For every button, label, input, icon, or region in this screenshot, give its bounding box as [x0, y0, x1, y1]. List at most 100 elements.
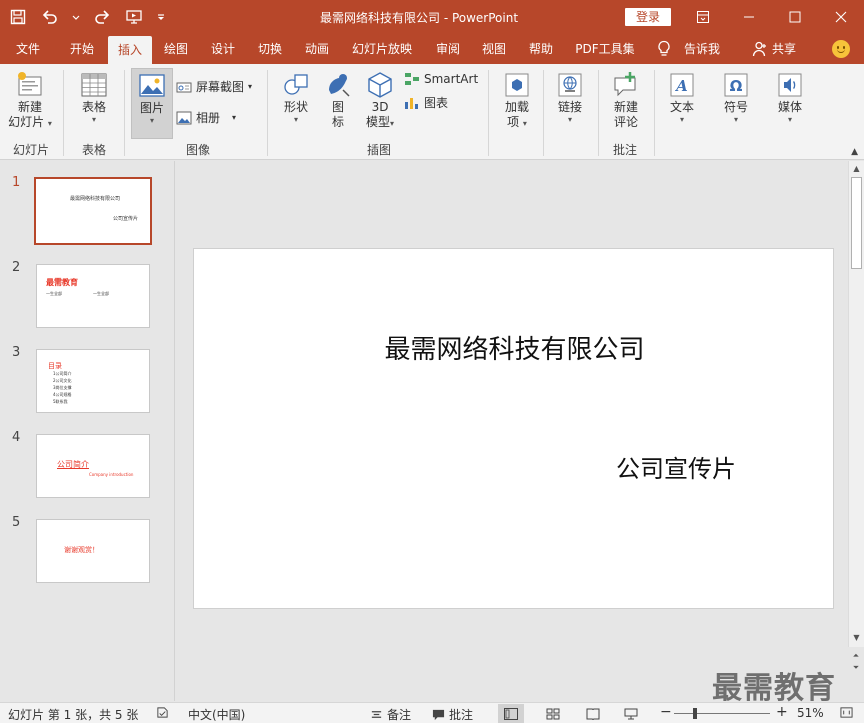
tab-transitions[interactable]: 切换: [252, 34, 288, 64]
slide-thumbnail-5[interactable]: 谢谢观赏！: [36, 519, 150, 583]
share-person-icon[interactable]: [752, 40, 768, 61]
table-button[interactable]: 表格 ▾: [72, 70, 116, 125]
slide-thumbnail-1[interactable]: 最需网络科技有限公司 公司宣传片: [34, 177, 152, 245]
scroll-thumb[interactable]: [851, 177, 862, 269]
shapes-button[interactable]: 形状 ▾: [278, 70, 314, 125]
picture-icon: [139, 74, 165, 97]
share-button[interactable]: 共享: [768, 34, 800, 64]
comments-button[interactable]: 批注: [432, 706, 473, 723]
undo-icon[interactable]: [40, 7, 60, 27]
link-button[interactable]: 链接 ▾: [550, 70, 590, 125]
zoom-out-button[interactable]: −: [660, 704, 672, 720]
normal-view-icon: [504, 707, 518, 720]
slide-subtitle[interactable]: 公司宣传片: [616, 449, 736, 484]
tab-review[interactable]: 审阅: [430, 34, 466, 64]
close-icon[interactable]: [818, 0, 864, 34]
tell-me-search[interactable]: 告诉我: [680, 34, 724, 64]
collapse-ribbon-icon[interactable]: ▲: [851, 147, 858, 157]
symbols-button[interactable]: Ω 符号 ▾: [716, 70, 756, 125]
spelling-check-icon[interactable]: [156, 706, 169, 719]
notes-icon: [371, 711, 382, 718]
zoom-slider-thumb[interactable]: [693, 708, 697, 719]
ribbon-display-options-icon[interactable]: [680, 0, 726, 34]
tab-design[interactable]: 设计: [205, 34, 241, 64]
slide-thumbnail-3[interactable]: 目录 1公司简介 2公司文化 3岗位支撑 4公司规格 5联系我: [36, 349, 150, 413]
add-ins-button[interactable]: 加载 项 ▾: [497, 70, 537, 130]
chart-icon: [405, 97, 418, 109]
slide-number: 3: [12, 345, 21, 360]
slide-sorter-view-button[interactable]: [540, 704, 566, 723]
tab-draw[interactable]: 绘图: [158, 34, 194, 64]
svg-text:Ω: Ω: [730, 77, 743, 95]
tab-slideshow[interactable]: 幻灯片放映: [348, 34, 416, 64]
slideshow-view-button[interactable]: [618, 704, 644, 723]
tab-insert[interactable]: 插入: [108, 36, 152, 64]
tab-animations[interactable]: 动画: [299, 34, 335, 64]
icons-button[interactable]: 图 标: [320, 70, 356, 130]
cube-icon: [368, 72, 392, 98]
tab-pdf-tools[interactable]: PDF工具集: [570, 34, 640, 64]
redo-icon[interactable]: [92, 7, 112, 27]
speaker-icon: [778, 73, 802, 97]
zoom-level[interactable]: 51%: [797, 706, 824, 720]
smartart-icon: [405, 73, 419, 85]
slide-title[interactable]: 最需网络科技有限公司: [194, 329, 835, 366]
sign-in-button[interactable]: 登录: [625, 8, 671, 26]
add-ins-icon: [505, 73, 529, 97]
notes-button[interactable]: 备注: [370, 706, 411, 723]
current-slide[interactable]: 最需网络科技有限公司 公司宣传片: [193, 248, 834, 609]
tab-view[interactable]: 视图: [476, 34, 512, 64]
quick-access-toolbar: [8, 6, 166, 28]
reading-view-button[interactable]: [580, 704, 606, 723]
smartart-button[interactable]: SmartArt: [404, 72, 478, 86]
reading-view-icon: [586, 708, 600, 720]
divider: [543, 70, 544, 156]
divider: [267, 70, 268, 156]
chart-button[interactable]: 图表: [404, 94, 448, 111]
slide-thumbnail-4[interactable]: 公司简介 Company introduction: [36, 434, 150, 498]
minimize-icon[interactable]: [726, 0, 772, 34]
previous-slide-icon[interactable]: ⏶: [848, 650, 864, 662]
new-slide-icon: [18, 72, 42, 96]
language-indicator[interactable]: 中文(中国): [188, 706, 245, 723]
table-icon: [81, 73, 107, 97]
lightbulb-icon[interactable]: [656, 40, 672, 61]
scroll-up-icon[interactable]: ▲: [849, 162, 864, 176]
undo-dropdown-icon[interactable]: [72, 7, 80, 27]
slideshow-icon: [624, 708, 638, 719]
photo-album-button[interactable]: 相册 ▾: [176, 109, 236, 126]
feedback-smiley-icon[interactable]: [832, 40, 850, 58]
maximize-icon[interactable]: [772, 0, 818, 34]
tab-file[interactable]: 文件: [10, 34, 46, 64]
group-label-images: 图像: [185, 143, 210, 157]
normal-view-button[interactable]: [498, 704, 524, 723]
new-slide-button[interactable]: 新建 幻灯片 ▾: [6, 70, 54, 130]
text-button[interactable]: A 文本 ▾: [662, 70, 702, 125]
window-controls: [680, 0, 864, 34]
text-box-icon: A: [670, 73, 694, 97]
zoom-slider[interactable]: [674, 713, 770, 714]
vertical-scrollbar[interactable]: ▲ ▼: [848, 161, 864, 647]
slide-thumbnail-2[interactable]: 最需教育 一生全部 一生全部: [36, 264, 150, 328]
shapes-icon: [284, 74, 308, 95]
pictures-button[interactable]: 图片 ▾: [131, 68, 173, 139]
ribbon-insert: 新建 幻灯片 ▾ 幻灯片 表格 ▾ 表格 图片 ▾ 屏幕截图 ▾ 相册 ▾ 图像 形…: [0, 64, 864, 160]
title-bar: 最需网络科技有限公司 - PowerPoint 登录: [0, 0, 864, 34]
tab-home[interactable]: 开始: [62, 34, 102, 64]
scroll-down-icon[interactable]: ▼: [849, 631, 864, 645]
fit-to-window-icon[interactable]: [840, 706, 853, 719]
3d-models-button[interactable]: 3D 模型▾: [360, 70, 400, 130]
group-label-illustrations: 插图: [366, 143, 391, 157]
customize-toolbar-icon[interactable]: [156, 7, 166, 27]
window-title: 最需网络科技有限公司 - PowerPoint: [320, 11, 519, 25]
save-icon[interactable]: [8, 7, 28, 27]
zoom-in-button[interactable]: +: [776, 704, 788, 720]
ribbon-tabs: 文件 开始 插入 绘图 设计 切换 动画 幻灯片放映 审阅 视图 帮助 PDF工…: [0, 34, 864, 64]
screenshot-button[interactable]: 屏幕截图 ▾: [176, 78, 252, 95]
group-label-tables: 表格: [81, 143, 106, 157]
next-slide-icon[interactable]: ⏷: [848, 662, 864, 674]
new-comment-button[interactable]: 新建 评论: [605, 70, 647, 130]
present-from-start-icon[interactable]: [124, 7, 144, 27]
media-button[interactable]: 媒体 ▾: [770, 70, 810, 125]
tab-help[interactable]: 帮助: [523, 34, 559, 64]
